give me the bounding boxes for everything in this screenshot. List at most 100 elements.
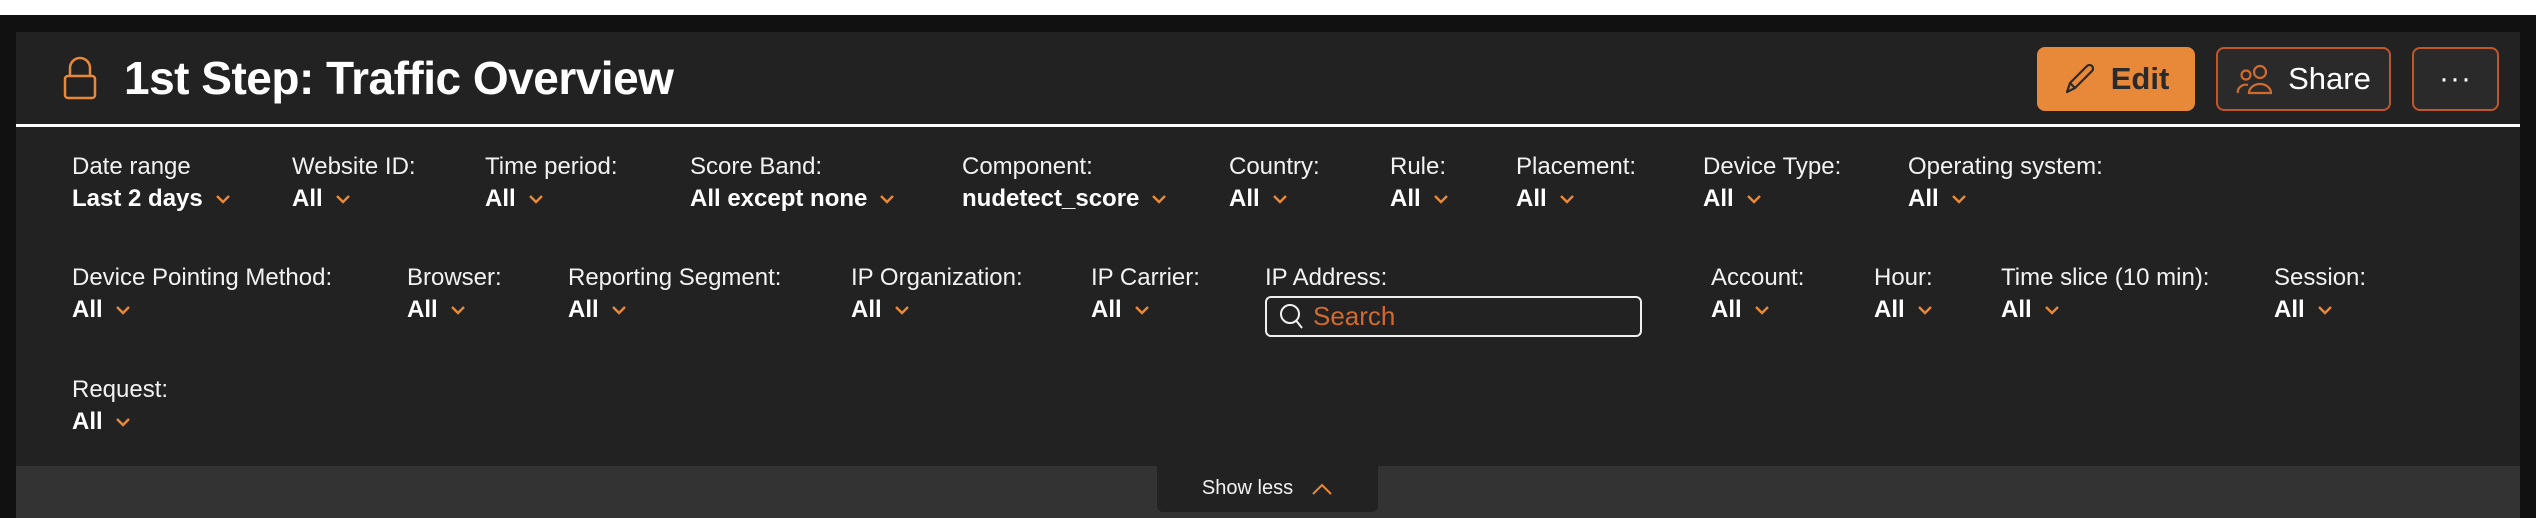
chevron-down-icon <box>1917 306 1932 315</box>
filter-device-pointing-method[interactable]: Device Pointing Method: All <box>72 264 332 324</box>
filter-value: All <box>2274 296 2305 323</box>
filter-dropdown[interactable]: All <box>851 296 1023 324</box>
filter-label: Request: <box>72 376 169 403</box>
chevron-down-icon <box>1746 195 1761 204</box>
filter-dropdown[interactable]: All <box>72 408 168 436</box>
filter-dropdown[interactable]: All <box>2274 296 2366 324</box>
filter-component[interactable]: Component: nudetect_score <box>962 153 1167 213</box>
chevron-down-icon <box>450 306 465 315</box>
filter-label: Component: <box>962 153 1093 180</box>
filter-dropdown[interactable]: All <box>1229 185 1320 213</box>
filter-label: Hour: <box>1874 264 1933 291</box>
filter-label: Rule: <box>1390 153 1447 180</box>
filter-device-type[interactable]: Device Type: All <box>1703 153 1841 213</box>
edit-button[interactable]: Edit <box>2037 47 2195 111</box>
chevron-up-icon <box>1312 483 1332 495</box>
filter-label: Country: <box>1229 153 1320 180</box>
filter-value: All <box>485 185 516 212</box>
filter-date-range[interactable]: Date range Last 2 days <box>72 153 231 213</box>
filter-value: All <box>407 296 438 323</box>
chevron-down-icon <box>1152 195 1167 204</box>
filter-value: All <box>72 408 103 435</box>
filter-reporting-segment[interactable]: Reporting Segment: All <box>568 264 781 324</box>
filter-value: All except none <box>690 185 868 212</box>
filter-dropdown[interactable]: All <box>485 185 618 213</box>
filter-value: All <box>1908 185 1939 212</box>
filter-score-band[interactable]: Score Band: All except none <box>690 153 895 213</box>
filter-dropdown[interactable]: All <box>1908 185 2103 213</box>
filter-hour[interactable]: Hour: All <box>1874 264 1933 324</box>
filter-country[interactable]: Country: All <box>1229 153 1320 213</box>
filter-dropdown[interactable]: Last 2 days <box>72 185 231 213</box>
filter-dropdown[interactable]: All <box>407 296 502 324</box>
filter-label: Device Type: <box>1703 153 1842 180</box>
filter-operating-system[interactable]: Operating system: All <box>1908 153 2103 213</box>
filter-label: Placement: <box>1516 153 1637 180</box>
filter-time-period[interactable]: Time period: All <box>485 153 618 213</box>
filter-account[interactable]: Account: All <box>1711 264 1804 324</box>
filter-value: Last 2 days <box>72 185 203 212</box>
search-icon <box>1280 303 1303 329</box>
filter-label: IP Address: <box>1265 264 1388 291</box>
filter-ip-organization[interactable]: IP Organization: All <box>851 264 1023 324</box>
filter-browser[interactable]: Browser: All <box>407 264 502 324</box>
chevron-down-icon <box>528 195 543 204</box>
chevron-down-icon <box>1433 195 1448 204</box>
filter-dropdown[interactable]: All <box>1874 296 1933 324</box>
chevron-down-icon <box>335 195 350 204</box>
filter-dropdown[interactable]: All <box>72 296 332 324</box>
page-title: 1st Step: Traffic Overview <box>124 52 674 104</box>
chevron-down-icon <box>2317 306 2332 315</box>
filter-value: All <box>1091 296 1122 323</box>
filter-dropdown[interactable]: All <box>2001 296 2209 324</box>
filter-label: Time period: <box>485 153 618 180</box>
users-icon <box>2236 64 2273 95</box>
filter-dropdown[interactable]: All <box>568 296 781 324</box>
filter-dropdown[interactable]: All <box>1516 185 1636 213</box>
filter-dropdown[interactable]: All <box>1091 296 1200 324</box>
filter-label: Account: <box>1711 264 1805 291</box>
filter-website-id[interactable]: Website ID: All <box>292 153 416 213</box>
filter-placement[interactable]: Placement: All <box>1516 153 1636 213</box>
filter-dropdown[interactable]: All <box>1703 185 1841 213</box>
chevron-down-icon <box>1559 195 1574 204</box>
filter-value: All <box>72 296 103 323</box>
filter-time-slice[interactable]: Time slice (10 min): All <box>2001 264 2209 324</box>
chevron-down-icon <box>115 306 130 315</box>
chevron-down-icon <box>215 195 230 204</box>
filter-dropdown[interactable]: All <box>1390 185 1449 213</box>
ip-address-search-input[interactable] <box>1313 301 1633 332</box>
filter-ip-carrier[interactable]: IP Carrier: All <box>1091 264 1200 324</box>
chevron-down-icon <box>611 306 626 315</box>
filter-dropdown[interactable]: All <box>292 185 416 213</box>
share-button-label: Share <box>2288 61 2371 96</box>
chevron-down-icon <box>880 195 895 204</box>
edit-button-label: Edit <box>2110 61 2170 96</box>
chevron-down-icon <box>1134 306 1149 315</box>
filter-request[interactable]: Request: All <box>72 376 168 436</box>
header-divider <box>16 124 2520 127</box>
filter-value: All <box>1703 185 1734 212</box>
filter-rule[interactable]: Rule: All <box>1390 153 1449 213</box>
chevron-down-icon <box>2044 306 2059 315</box>
filter-dropdown[interactable]: nudetect_score <box>962 185 1167 213</box>
chevron-down-icon <box>1272 195 1287 204</box>
filter-dropdown[interactable]: All except none <box>690 185 895 213</box>
ip-address-search[interactable] <box>1265 296 1642 337</box>
chevron-down-icon <box>1754 306 1769 315</box>
pencil-icon <box>2065 63 2094 94</box>
share-button[interactable]: Share <box>2216 47 2391 111</box>
more-options-button[interactable]: ··· <box>2412 47 2499 111</box>
filter-dropdown[interactable]: All <box>1711 296 1804 324</box>
filter-label: Time slice (10 min): <box>2001 264 2210 291</box>
filter-value: All <box>1229 185 1260 212</box>
filter-session[interactable]: Session: All <box>2274 264 2366 324</box>
show-less-button[interactable]: Show less <box>1157 465 1378 512</box>
filter-value: All <box>851 296 882 323</box>
filter-value: All <box>568 296 599 323</box>
filter-value: All <box>2001 296 2032 323</box>
filter-value: All <box>1390 185 1421 212</box>
chevron-down-icon <box>1951 195 1966 204</box>
chevron-down-icon <box>894 306 909 315</box>
filter-ip-address: IP Address: <box>1265 264 1387 292</box>
